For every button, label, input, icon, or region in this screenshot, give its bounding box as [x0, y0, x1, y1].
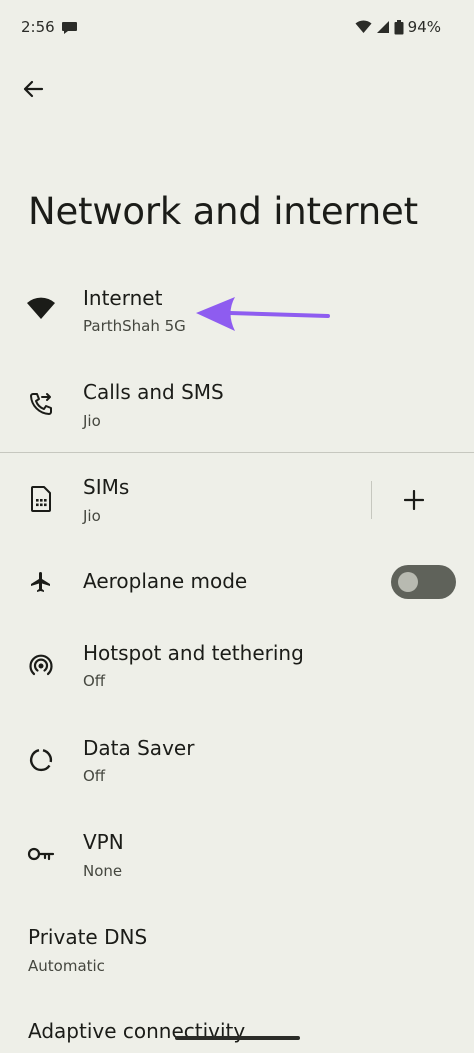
data-saver-item[interactable]: Data Saver Off [0, 729, 474, 795]
phone-forward-icon [26, 389, 56, 419]
data-saver-subtitle: Off [83, 767, 106, 785]
private-dns-item[interactable]: Private DNS Automatic [0, 918, 474, 984]
calls-sms-item[interactable]: Calls and SMS Jio [0, 373, 474, 439]
vpn-key-icon [26, 839, 56, 869]
gesture-navigation-bar[interactable] [175, 1036, 300, 1040]
vpn-item[interactable]: VPN None [0, 823, 474, 889]
calls-sms-subtitle: Jio [83, 412, 101, 430]
aeroplane-mode-toggle[interactable] [391, 565, 456, 599]
airplane-icon [26, 567, 56, 597]
internet-title: Internet [83, 286, 163, 310]
plus-icon [404, 490, 424, 510]
sims-subtitle: Jio [83, 507, 101, 525]
hotspot-icon [26, 650, 56, 680]
status-indicators: 94% [355, 18, 441, 36]
status-time: 2:56 [21, 18, 55, 36]
sim-card-icon [26, 484, 56, 514]
data-saver-title: Data Saver [83, 736, 195, 760]
private-dns-title: Private DNS [28, 925, 148, 949]
hotspot-title: Hotspot and tethering [83, 641, 304, 665]
sims-vertical-divider [371, 481, 372, 519]
section-divider [0, 452, 474, 453]
private-dns-subtitle: Automatic [28, 957, 105, 975]
add-sim-button[interactable] [396, 482, 432, 518]
back-button[interactable] [16, 72, 50, 106]
aeroplane-mode-title: Aeroplane mode [83, 569, 248, 593]
data-saver-icon [26, 745, 56, 775]
adaptive-connectivity-title: Adaptive connectivity [28, 1019, 246, 1043]
page-title: Network and internet [28, 190, 418, 233]
hotspot-subtitle: Off [83, 672, 106, 690]
sims-title: SIMs [83, 475, 130, 499]
message-bubble-icon [62, 22, 77, 34]
wifi-status-icon [355, 20, 372, 33]
arrow-back-icon [23, 80, 44, 98]
vpn-title: VPN [83, 830, 124, 854]
internet-subtitle: ParthShah 5G [83, 317, 186, 335]
hotspot-item[interactable]: Hotspot and tethering Off [0, 634, 474, 700]
cell-signal-icon [376, 21, 389, 33]
adaptive-connectivity-item[interactable]: Adaptive connectivity [0, 1012, 474, 1052]
annotation-arrow-icon [196, 297, 330, 331]
battery-percent: 94% [407, 18, 441, 36]
vpn-subtitle: None [83, 862, 123, 880]
wifi-icon [26, 294, 56, 324]
battery-icon [394, 19, 404, 34]
toggle-knob [398, 572, 418, 592]
calls-sms-title: Calls and SMS [83, 380, 224, 404]
